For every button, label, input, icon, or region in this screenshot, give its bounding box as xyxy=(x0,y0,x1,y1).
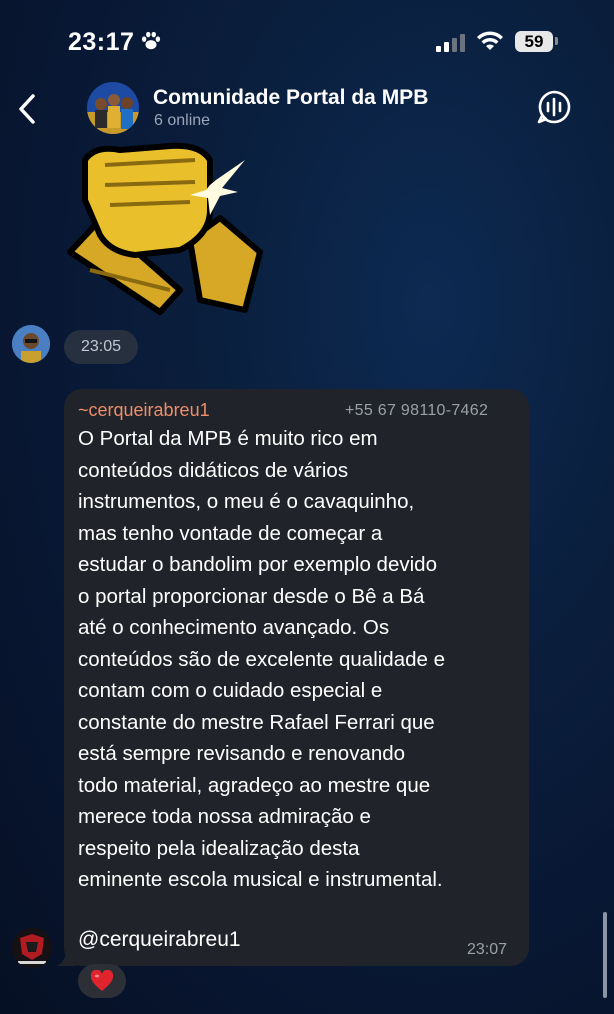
reaction-chip[interactable] xyxy=(78,964,126,998)
message-line: constante do mestre Rafael Ferrari que xyxy=(78,710,435,734)
battery-cap xyxy=(555,37,558,45)
signal-icon xyxy=(436,34,465,52)
online-count: 6 online xyxy=(154,112,211,129)
message-line: conteúdos são de excelente qualidade e xyxy=(78,647,446,671)
message-line: o portal proporcionar desde o Bê a Bá xyxy=(78,584,425,608)
status-bar: 23:17 59 xyxy=(0,0,614,80)
mention-link[interactable]: @cerqueirabreu1 xyxy=(78,928,241,952)
message-time: 23:07 xyxy=(467,941,508,958)
message-line: mas tenho vontade de começar a xyxy=(78,521,383,545)
message-text: O Portal da MPB é muito rico em conteúdo… xyxy=(78,423,523,896)
message-line: está sempre revisando e renovando xyxy=(78,742,406,765)
back-chevron-icon[interactable] xyxy=(16,92,40,126)
message-line: respeito pela idealização desta xyxy=(78,836,360,860)
message-line: O Portal da MPB é muito rico em xyxy=(78,427,378,450)
group-title[interactable]: Comunidade Portal da MPB xyxy=(153,86,428,110)
handshake-sticker-icon[interactable] xyxy=(60,140,265,315)
group-avatar-image xyxy=(87,82,139,134)
chat-header: Comunidade Portal da MPB 6 online xyxy=(0,80,614,142)
message-line: instrumentos, o meu é o cavaquinho, xyxy=(78,490,415,513)
message-line: todo material, agradeço ao mestre que xyxy=(78,773,431,797)
group-avatar[interactable] xyxy=(87,82,139,134)
scrollbar[interactable] xyxy=(603,912,607,998)
message-author[interactable]: ~cerqueirabreu1 xyxy=(78,400,210,421)
message-line: estudar o bandolim por exemplo devido xyxy=(78,553,437,576)
message-line: até o conhecimento avançado. Os xyxy=(78,616,390,639)
message-line: merece toda nossa admiração e xyxy=(78,805,371,828)
wifi-icon xyxy=(477,31,503,50)
battery-level: 59 xyxy=(524,32,544,51)
message-line: conteúdos didáticos de vários xyxy=(78,458,349,482)
message-line: eminente escola musical e instrumental. xyxy=(78,868,443,891)
sticker-time: 23:05 xyxy=(64,330,138,364)
message-line: contam com o cuidado especial e xyxy=(78,679,383,702)
battery-icon: 59 xyxy=(515,31,553,52)
sender-avatar[interactable] xyxy=(12,325,50,363)
author-phone: +55 67 98110-7462 xyxy=(345,402,489,419)
sender-avatar[interactable] xyxy=(12,928,52,968)
heart-icon xyxy=(90,970,114,991)
voice-chat-icon[interactable] xyxy=(537,90,571,124)
bubble-tail xyxy=(56,950,76,966)
sender-avatar-image xyxy=(12,325,50,363)
sender-avatar-image xyxy=(12,928,52,968)
paw-icon xyxy=(141,31,161,50)
status-time: 23:17 xyxy=(68,28,135,56)
